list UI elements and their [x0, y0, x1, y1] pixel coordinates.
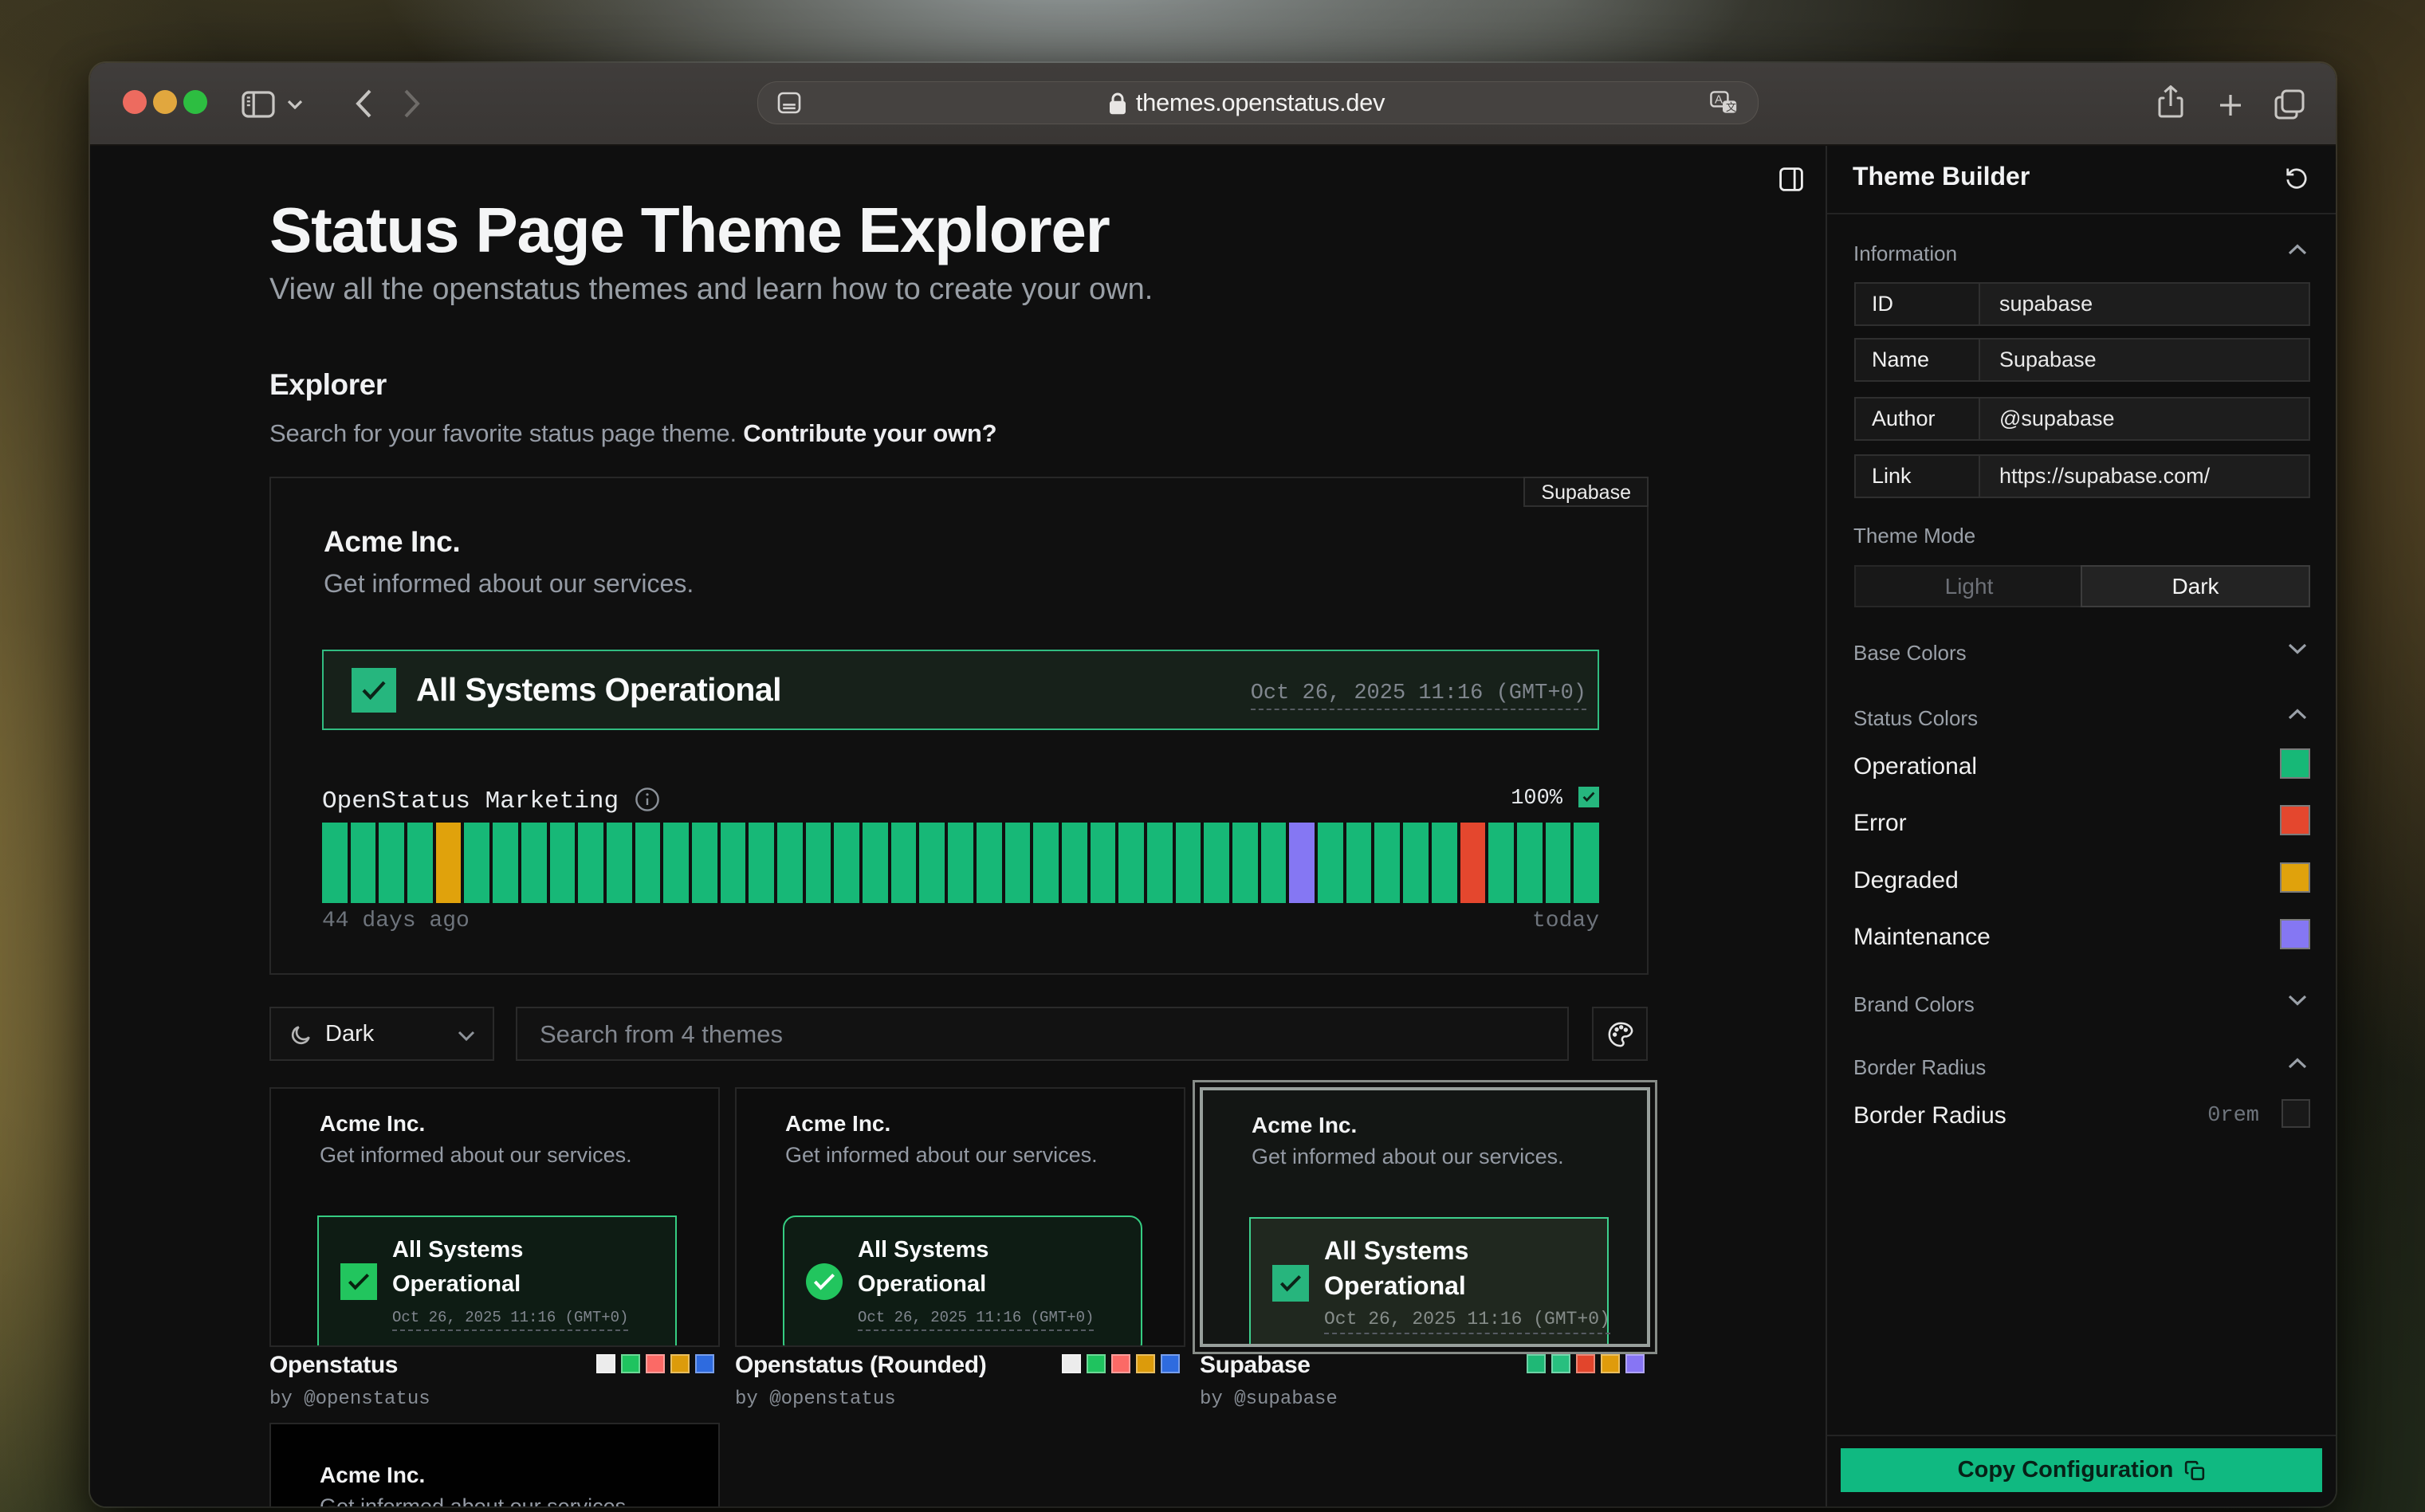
svg-text:A: A: [1715, 93, 1723, 107]
svg-text:文: 文: [1726, 101, 1736, 113]
